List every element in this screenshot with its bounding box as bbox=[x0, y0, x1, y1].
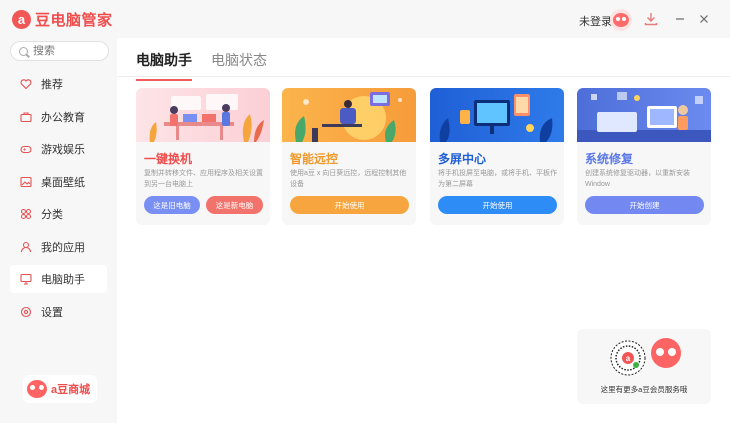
card-description: 复制并转移文件、应用程序及相关设置到另一台电脑上 bbox=[144, 170, 263, 188]
start-create-button[interactable]: 开始创建 bbox=[585, 196, 704, 214]
service-panel[interactable]: a 这里有更多a豆会员服务哦 bbox=[577, 329, 711, 404]
sidebar-item-pc-assistant[interactable]: 电脑助手 bbox=[10, 265, 107, 293]
card-description: 使用a豆 x 向日葵远控，远程控制其他设备 bbox=[290, 170, 407, 188]
sidebar-item-wallpaper[interactable]: 桌面壁纸 bbox=[10, 168, 107, 196]
svg-text:a: a bbox=[626, 354, 631, 363]
card-system-repair: 系统修复 创建系统修复驱动器，以重新安装Window 开始创建 bbox=[577, 88, 711, 225]
app-logo: a 豆电脑管家 bbox=[12, 9, 113, 30]
old-pc-button[interactable]: 这是旧电脑 bbox=[144, 196, 200, 214]
multiscreen-illustration bbox=[430, 88, 564, 142]
sidebar-item-label: 游戏娱乐 bbox=[41, 144, 85, 156]
card-multi-screen: 多屏中心 将手机投屏至电脑，或将手机、平板作为第二屏幕 开始使用 bbox=[430, 88, 564, 225]
sidebar-item-category[interactable]: 分类 bbox=[10, 200, 107, 228]
search-box[interactable] bbox=[10, 41, 109, 61]
picture-icon bbox=[20, 176, 32, 188]
title-bar: a 豆电脑管家 未登录 bbox=[0, 0, 730, 38]
sidebar: 推荐 办公教育 游戏娱乐 桌面壁纸 分类 我的应用 电脑助手 设置 bbox=[0, 38, 117, 423]
grid-icon bbox=[20, 208, 32, 220]
card-description: 将手机投屏至电脑，或将手机、平板作为第二屏幕 bbox=[438, 170, 557, 188]
sidebar-item-label: 我的应用 bbox=[41, 241, 85, 254]
sidebar-item-label: 电脑助手 bbox=[41, 274, 85, 286]
sidebar-item-label: 办公教育 bbox=[41, 111, 85, 124]
minimize-icon[interactable] bbox=[670, 9, 690, 29]
search-icon bbox=[19, 46, 28, 56]
start-remote-button[interactable]: 开始使用 bbox=[290, 196, 409, 214]
briefcase-icon bbox=[20, 111, 32, 123]
card-smart-remote: 智能远控 使用a豆 x 向日葵远控，远程控制其他设备 开始使用 bbox=[282, 88, 416, 225]
monitor-icon bbox=[20, 273, 32, 285]
card-title: 智能远控 bbox=[290, 152, 339, 166]
sidebar-item-label: 分类 bbox=[41, 209, 63, 221]
gear-icon bbox=[20, 306, 32, 318]
start-multiscreen-button[interactable]: 开始使用 bbox=[438, 196, 557, 214]
sidebar-item-label: 桌面壁纸 bbox=[41, 176, 85, 189]
sidebar-item-my-apps[interactable]: 我的应用 bbox=[10, 233, 107, 261]
user-icon bbox=[20, 241, 32, 253]
mascot-icon bbox=[613, 13, 629, 27]
mall-label: a豆商城 bbox=[51, 384, 91, 396]
sidebar-nav: 推荐 办公教育 游戏娱乐 桌面壁纸 分类 我的应用 电脑助手 设置 bbox=[10, 70, 107, 330]
repair-illustration bbox=[577, 88, 711, 142]
sidebar-item-label: 设置 bbox=[41, 306, 63, 319]
service-caption: 这里有更多a豆会员服务哦 bbox=[600, 385, 688, 394]
gamepad-icon bbox=[20, 143, 32, 155]
migrate-illustration bbox=[136, 88, 270, 142]
download-icon[interactable] bbox=[641, 9, 661, 29]
qr-code-icon: a bbox=[610, 340, 646, 376]
mascot-icon bbox=[27, 380, 47, 398]
card-title: 系统修复 bbox=[585, 152, 634, 166]
divider bbox=[117, 76, 730, 77]
sidebar-item-recommend[interactable]: 推荐 bbox=[10, 70, 107, 98]
sidebar-item-office[interactable]: 办公教育 bbox=[10, 103, 107, 131]
sidebar-item-games[interactable]: 游戏娱乐 bbox=[10, 135, 107, 163]
card-title: 多屏中心 bbox=[438, 152, 487, 166]
search-input[interactable] bbox=[33, 45, 103, 57]
heart-icon bbox=[20, 78, 32, 90]
card-description: 创建系统修复驱动器，以重新安装Window bbox=[585, 170, 690, 188]
sidebar-item-label: 推荐 bbox=[41, 79, 63, 91]
sidebar-item-settings[interactable]: 设置 bbox=[10, 298, 107, 326]
main-panel: 电脑助手 电脑状态 一键换机 复制并转移文件、应用程序及相关设置到另一台电脑上 … bbox=[117, 38, 730, 423]
remote-illustration bbox=[282, 88, 416, 142]
logo-mark: a bbox=[12, 10, 31, 29]
avatar[interactable] bbox=[610, 9, 632, 31]
card-one-click-migrate: 一键换机 复制并转移文件、应用程序及相关设置到另一台电脑上 这是旧电脑 这是新电… bbox=[136, 88, 270, 225]
new-pc-button[interactable]: 这是新电脑 bbox=[206, 196, 263, 214]
mall-button[interactable]: a豆商城 bbox=[23, 375, 97, 403]
mascot-icon bbox=[651, 338, 681, 368]
login-status[interactable]: 未登录 bbox=[579, 13, 612, 29]
card-title: 一键换机 bbox=[144, 152, 193, 166]
app-title: 豆电脑管家 bbox=[35, 12, 113, 29]
close-icon[interactable] bbox=[694, 9, 714, 29]
